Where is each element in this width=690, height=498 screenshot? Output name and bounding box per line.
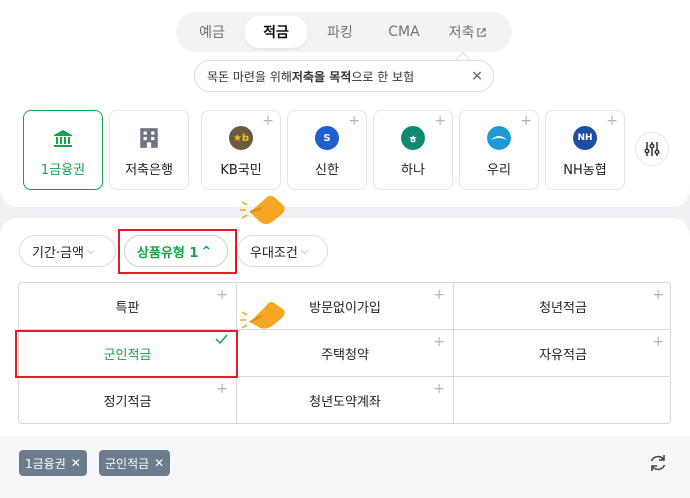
plus-icon: +	[216, 381, 228, 397]
bank-nh[interactable]: + NH NH농협	[545, 110, 625, 190]
shinhan-logo-icon: S	[315, 126, 339, 150]
bank-hana[interactable]: + ㅎ 하나	[373, 110, 453, 190]
pointer-hand-icon	[240, 195, 285, 224]
chevron-down-icon: ⌵	[86, 245, 95, 257]
plus-icon: +	[348, 113, 360, 129]
tooltip-text-post: 으로 한 보험	[351, 69, 415, 84]
grid-item-youth-leap[interactable]: 청년도약계좌 +	[237, 377, 454, 423]
filter-preference[interactable]: 우대조건 ⌵	[237, 235, 328, 267]
bank-label: KB국민	[220, 163, 262, 178]
tooltip-text-bold: 저축을 목적	[291, 69, 352, 84]
filter-term-amount[interactable]: 기간·금액 ⌵	[19, 235, 116, 267]
highlight-box	[118, 229, 237, 274]
bank-label: NH농협	[563, 163, 607, 178]
plus-icon: +	[433, 381, 445, 397]
grid-item-youth[interactable]: 청년적금 +	[454, 283, 670, 330]
chevron-down-icon: ⌵	[300, 245, 309, 257]
account-type-panel: 예금 적금 파킹 CMA 저축 목돈 마련을 위해 저축을 목적 으로 한 보험 …	[0, 0, 690, 207]
pointer-hand-icon	[240, 302, 285, 329]
bank-label: 신한	[315, 163, 339, 178]
plus-icon: +	[433, 334, 445, 350]
tab-deposit[interactable]: 예금	[180, 16, 244, 48]
office-building-icon	[140, 128, 158, 148]
bank-savings-bank[interactable]: 저축은행	[109, 110, 189, 190]
plus-icon: +	[652, 287, 664, 303]
grid-item-free[interactable]: 자유적금 +	[454, 330, 670, 377]
bank-woori[interactable]: + 우리	[459, 110, 539, 190]
close-icon[interactable]: ✕	[71, 456, 81, 470]
tab-cma[interactable]: CMA	[372, 16, 436, 48]
filter-settings-button[interactable]	[635, 132, 669, 166]
chip-first-tier[interactable]: 1금융권 ✕	[19, 450, 87, 476]
grid-item-regular[interactable]: 정기적금 +	[19, 377, 237, 423]
bank-label: 하나	[401, 163, 425, 178]
highlight-box	[15, 330, 238, 378]
grid-item-special[interactable]: 특판 +	[19, 283, 237, 330]
close-icon[interactable]: ✕	[154, 456, 164, 470]
bank-label: 저축은행	[125, 163, 173, 178]
plus-icon: +	[652, 334, 664, 350]
bank-label: 1금융권	[40, 163, 86, 178]
kb-logo-icon: ★b	[229, 126, 253, 150]
bank-shinhan[interactable]: + S 신한	[287, 110, 367, 190]
plus-icon: +	[434, 113, 446, 129]
grid-item-housing[interactable]: 주택청약 +	[237, 330, 454, 377]
plus-icon: +	[262, 113, 274, 129]
tab-tooltip: 목돈 마련을 위해 저축을 목적 으로 한 보험 ×	[194, 60, 494, 92]
plus-icon: +	[216, 287, 228, 303]
hana-logo-icon: ㅎ	[401, 126, 425, 150]
bank-building-icon	[54, 130, 72, 147]
bank-first-tier[interactable]: 1금융권	[23, 110, 103, 190]
plus-icon: +	[433, 287, 445, 303]
plus-icon: +	[606, 113, 618, 129]
tab-savings[interactable]: 적금	[244, 16, 308, 48]
plus-icon: +	[520, 113, 532, 129]
chip-military[interactable]: 군인적금 ✕	[99, 450, 171, 476]
bank-label: 우리	[487, 163, 511, 178]
grid-item-empty	[454, 377, 670, 423]
sliders-icon	[644, 142, 660, 156]
tab-saving-insurance[interactable]: 저축	[436, 16, 500, 48]
tooltip-text-pre: 목돈 마련을 위해	[207, 69, 292, 84]
bank-kb[interactable]: + ★b KB국민	[201, 110, 281, 190]
external-link-icon	[477, 27, 487, 37]
woori-logo-icon	[487, 126, 511, 150]
product-tabs: 예금 적금 파킹 CMA 저축	[176, 12, 512, 52]
nh-logo-icon: NH	[573, 126, 597, 150]
close-icon[interactable]: ×	[471, 68, 483, 84]
refresh-icon[interactable]	[647, 452, 669, 474]
tab-parking[interactable]: 파킹	[308, 16, 372, 48]
